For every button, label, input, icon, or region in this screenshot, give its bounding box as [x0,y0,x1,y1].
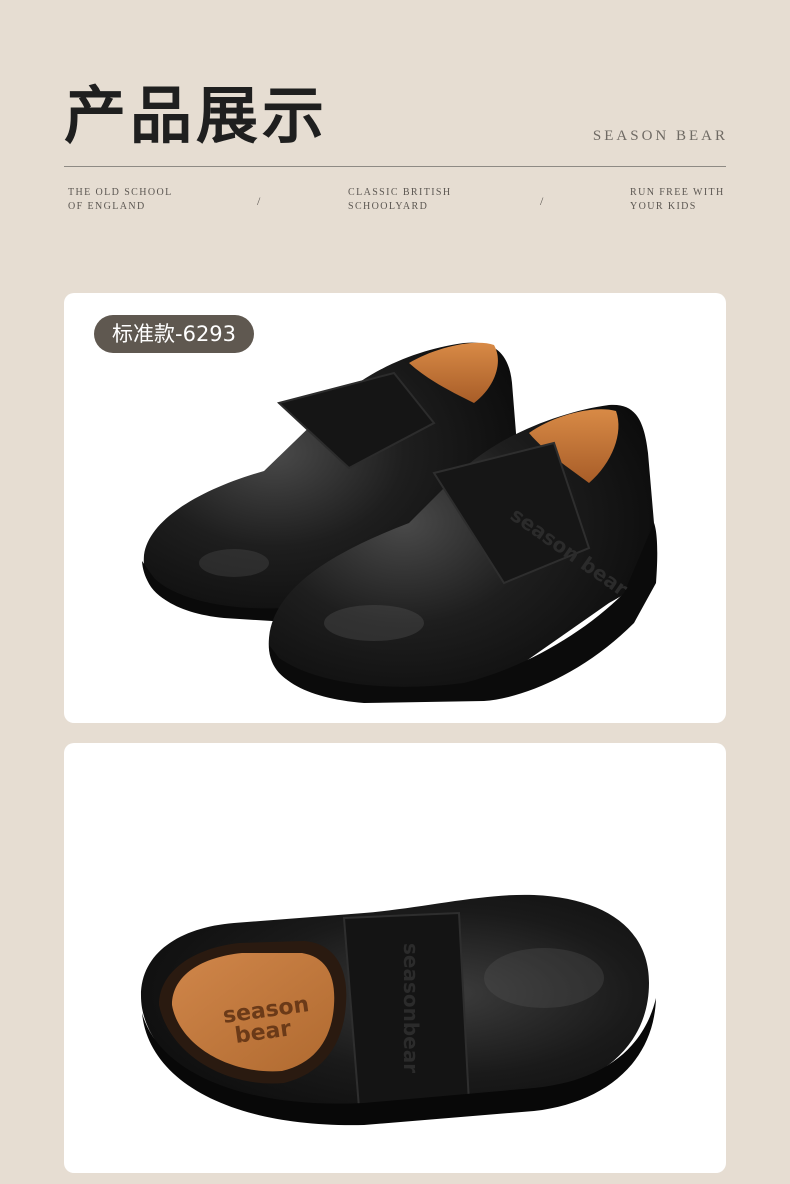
brand-name: SEASON BEAR [592,128,728,144]
shoe-side-image: season bear seasonbear [140,894,656,1126]
product-badge: 标准款-6293 [94,315,255,353]
tagline-2-line-1: CLASSIC BRITISH [348,187,452,198]
product-card-side-view: season bear seasonbear [64,743,726,1173]
tagline-2-line-2: SCHOOLYARD [348,201,429,212]
tagline-separator: / [540,194,544,208]
tagline-2: CLASSIC BRITISH SCHOOLYARD [348,186,452,214]
svg-text:seasonbear: seasonbear [399,943,423,1073]
shoe-pair-image: season bear [142,342,658,703]
header-divider [64,166,726,167]
tagline-3: RUN FREE WITH YOUR KIDS [630,186,725,214]
product-card-standard: season bear 标准款-6293 [64,293,726,723]
tagline-3-line-1: RUN FREE WITH [630,187,725,198]
tagline-1-line-2: OF ENGLAND [68,201,146,212]
tagline-1-line-1: THE OLD SCHOOL [68,187,173,198]
tagline-separator: / [257,194,261,208]
tagline-1: THE OLD SCHOOL OF ENGLAND [68,186,173,214]
page-title: 产品展示 [64,79,329,152]
tagline-3-line-2: YOUR KIDS [630,201,697,212]
